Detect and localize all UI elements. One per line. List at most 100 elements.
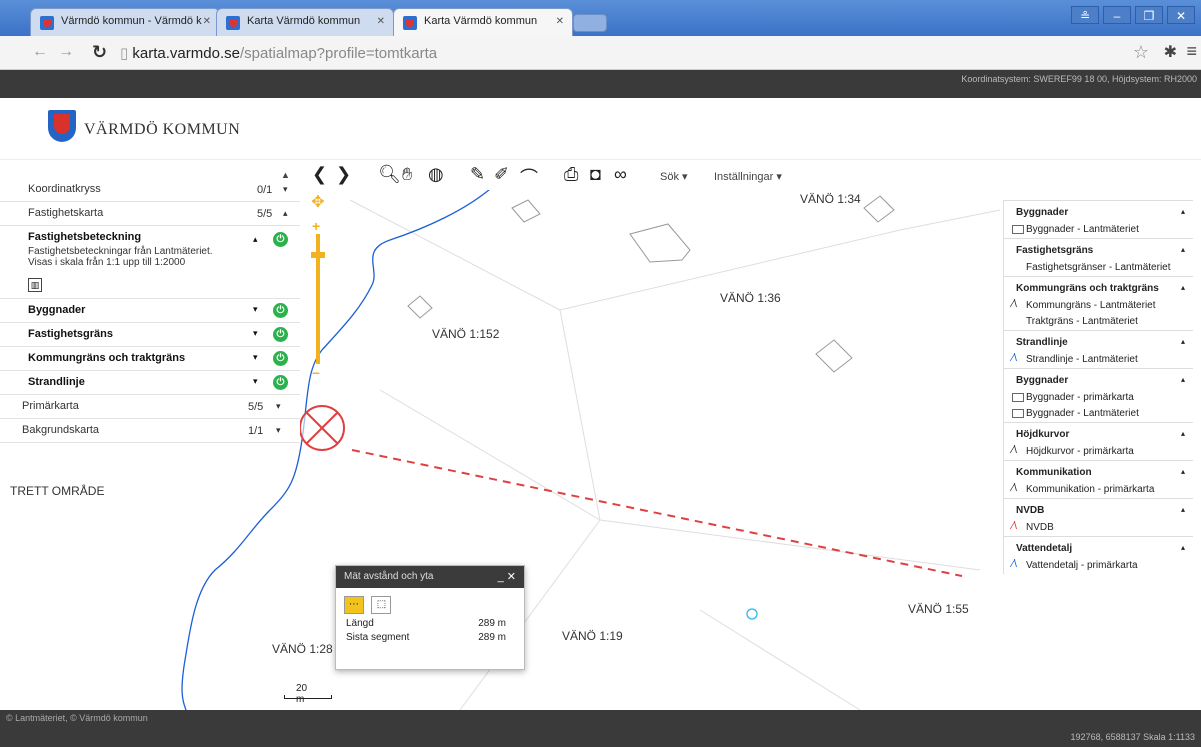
draw-pencil-icon[interactable]: ✎ bbox=[470, 164, 485, 185]
chevron-up-icon[interactable]: ▴ bbox=[1181, 375, 1185, 384]
tab-title: Karta Värmdö kommun bbox=[424, 15, 538, 27]
legend-heading[interactable]: Kommungräns och traktgräns ▴ bbox=[1004, 276, 1193, 298]
reload-icon[interactable]: ↻ bbox=[92, 42, 107, 63]
user-icon[interactable]: ≗ bbox=[1071, 6, 1099, 24]
chevron-up-icon[interactable]: ▴ bbox=[1181, 283, 1185, 292]
layer-row-fastighetsbeteckning[interactable]: Fastighetsbeteckning Fastighetsbetecknin… bbox=[0, 226, 300, 299]
chevron-up-icon[interactable]: ▴ bbox=[1181, 543, 1185, 552]
chevron-up-icon[interactable]: ▴ bbox=[1181, 245, 1185, 254]
power-on-icon[interactable]: ⏻ bbox=[273, 375, 288, 390]
layer-row-fastighetskarta[interactable]: Fastighetskarta 5/5 ▴ bbox=[0, 202, 300, 226]
power-on-icon[interactable]: ⏻ bbox=[273, 303, 288, 318]
legend-heading[interactable]: Fastighetsgräns ▴ bbox=[1004, 238, 1193, 260]
layer-row-koordinatkryss[interactable]: Koordinatkryss 0/1 ▾ bbox=[0, 178, 300, 202]
chevron-up-icon[interactable]: ▴ bbox=[1181, 505, 1185, 514]
kommun-favicon-icon bbox=[403, 16, 417, 30]
chevron-down-icon[interactable]: ▾ bbox=[276, 425, 281, 436]
legend-heading[interactable]: Kommunikation ▴ bbox=[1004, 460, 1193, 482]
browser-tab-3-active[interactable]: Karta Värmdö kommun ✕ bbox=[393, 8, 573, 36]
kommun-logo-icon[interactable] bbox=[48, 110, 76, 142]
measure-ruler-icon[interactable]: ⌒ bbox=[520, 164, 538, 190]
back-arrow-icon[interactable]: ← bbox=[32, 43, 48, 61]
power-on-icon[interactable]: ⏻ bbox=[273, 351, 288, 366]
pan-arrows-icon[interactable]: ✥ bbox=[306, 192, 330, 216]
chevron-down-icon[interactable]: ▾ bbox=[283, 184, 288, 195]
globe-icon[interactable]: ◍ bbox=[428, 164, 444, 185]
close-tab-icon[interactable]: ✕ bbox=[556, 16, 564, 27]
measure-distance-icon[interactable]: ⋯ bbox=[344, 596, 364, 614]
bookmark-star-icon[interactable]: ☆ bbox=[1133, 42, 1149, 63]
camera-icon[interactable]: ◘ bbox=[590, 164, 601, 185]
layer-row-kommungrans[interactable]: Kommungräns och traktgräns ▾ ⏻ bbox=[0, 347, 300, 371]
layer-scale-description: Visas i skala från 1:1 upp till 1:2000 bbox=[28, 257, 186, 268]
layer-count: 0/1 bbox=[257, 184, 273, 196]
legend-item: Byggnader - Lantmäteriet bbox=[1004, 222, 1193, 238]
zoom-search-icon[interactable]: 🔍︎ bbox=[378, 164, 401, 185]
next-view-icon[interactable]: ❯ bbox=[336, 164, 351, 185]
url-field[interactable]: ▯ karta.varmdo.se/spatialmap?profile=tom… bbox=[120, 44, 437, 62]
browser-menu-icon[interactable]: ≡ bbox=[1186, 41, 1197, 62]
line-symbol-icon bbox=[1012, 263, 1024, 272]
legend-heading[interactable]: Byggnader ▴ bbox=[1004, 200, 1193, 222]
chevron-down-icon[interactable]: ▾ bbox=[253, 352, 258, 363]
new-tab-button[interactable] bbox=[573, 14, 607, 32]
logo-text[interactable]: VÄRMDÖ KOMMUN bbox=[84, 121, 240, 139]
chevron-up-icon[interactable]: ▴ bbox=[1181, 429, 1185, 438]
browser-tab-2[interactable]: Karta Värmdö kommun ✕ bbox=[216, 8, 394, 36]
close-window-icon[interactable]: ✕ bbox=[1167, 6, 1195, 24]
search-dropdown[interactable]: Sök ▾ bbox=[660, 170, 688, 183]
legend-chart-icon[interactable]: ▥ bbox=[28, 278, 42, 292]
legend-heading[interactable]: Höjdkurvor ▴ bbox=[1004, 422, 1193, 444]
chevron-up-icon[interactable]: ▴ bbox=[1181, 337, 1185, 346]
legend-item: ∕\ Strandlinje - Lantmäteriet bbox=[1004, 352, 1193, 368]
chevron-down-icon[interactable]: ▾ bbox=[253, 328, 258, 339]
layer-row-primarkarta[interactable]: Primärkarta 5/5 ▾ bbox=[0, 395, 300, 419]
map-label-vano-1-55: VÄNÖ 1:55 bbox=[908, 602, 969, 616]
layer-label: Fastighetsbeteckning bbox=[28, 231, 142, 243]
layer-label: Koordinatkryss bbox=[28, 183, 101, 195]
browser-tab-strip: Värmdö kommun - Värmdö k ✕ Karta Värmdö … bbox=[0, 0, 1201, 36]
layer-row-fastighetsgrans[interactable]: Fastighetsgräns ▾ ⏻ bbox=[0, 323, 300, 347]
legend-heading[interactable]: Strandlinje ▴ bbox=[1004, 330, 1193, 352]
close-tab-icon[interactable]: ✕ bbox=[203, 16, 211, 27]
browser-tab-1[interactable]: Värmdö kommun - Värmdö k ✕ bbox=[30, 8, 220, 36]
pan-hand-icon[interactable]: ✋︎ bbox=[402, 164, 412, 185]
tab-title: Karta Värmdö kommun bbox=[247, 15, 361, 27]
measure-area-icon[interactable]: ⬚ bbox=[371, 596, 392, 614]
extension-icon[interactable]: ✱ bbox=[1164, 42, 1177, 62]
close-tab-icon[interactable]: ✕ bbox=[377, 16, 385, 27]
zoom-in-icon[interactable]: + bbox=[312, 218, 320, 234]
layer-row-bakgrundskarta[interactable]: Bakgrundskarta 1/1 ▾ bbox=[0, 419, 300, 443]
legend-item: Traktgräns - Lantmäteriet bbox=[1004, 314, 1193, 330]
chevron-down-icon[interactable]: ▾ bbox=[253, 304, 258, 315]
map-label-vano-1-34: VÄNÖ 1:34 bbox=[800, 192, 861, 206]
minimize-icon[interactable]: – bbox=[1103, 6, 1131, 24]
chevron-up-icon[interactable]: ▴ bbox=[283, 208, 288, 219]
power-on-icon[interactable]: ⏻ bbox=[273, 232, 288, 247]
link-icon[interactable]: ∞ bbox=[614, 164, 627, 185]
legend-heading[interactable]: Byggnader ▴ bbox=[1004, 368, 1193, 390]
map-label-area: TRETT OMRÅDE bbox=[10, 484, 105, 498]
chevron-down-icon[interactable]: ▾ bbox=[253, 376, 258, 387]
print-icon[interactable]: ⎙ bbox=[564, 164, 578, 185]
legend-heading[interactable]: Vattendetalj ▴ bbox=[1004, 536, 1193, 558]
layer-row-byggnader[interactable]: Byggnader ▾ ⏻ bbox=[0, 299, 300, 323]
chevron-up-icon[interactable]: ▴ bbox=[253, 234, 258, 245]
layer-label: Fastighetsgräns bbox=[28, 328, 113, 340]
minimize-close-icons[interactable]: _ ✕ bbox=[498, 570, 516, 583]
chevron-up-icon[interactable]: ▴ bbox=[1181, 467, 1185, 476]
measure-dialog-header[interactable]: Mät avstånd och yta _ ✕ bbox=[336, 566, 524, 588]
length-value: 289 m bbox=[478, 618, 506, 629]
previous-view-icon[interactable]: ❮ bbox=[312, 164, 327, 185]
edit-pencil-icon[interactable]: ✐ bbox=[494, 164, 509, 185]
settings-dropdown[interactable]: Inställningar ▾ bbox=[714, 170, 782, 183]
zoom-slider-handle[interactable] bbox=[311, 252, 325, 258]
zoom-out-icon[interactable]: – bbox=[312, 364, 320, 380]
layer-row-strandlinje[interactable]: Strandlinje ▾ ⏻ bbox=[0, 371, 300, 395]
chevron-down-icon[interactable]: ▾ bbox=[276, 401, 281, 412]
power-on-icon[interactable]: ⏻ bbox=[273, 327, 288, 342]
chevron-up-icon[interactable]: ▴ bbox=[1181, 207, 1185, 216]
forward-arrow-icon[interactable]: → bbox=[58, 43, 74, 61]
maximize-icon[interactable]: ❐ bbox=[1135, 6, 1163, 24]
legend-heading[interactable]: NVDB ▴ bbox=[1004, 498, 1193, 520]
